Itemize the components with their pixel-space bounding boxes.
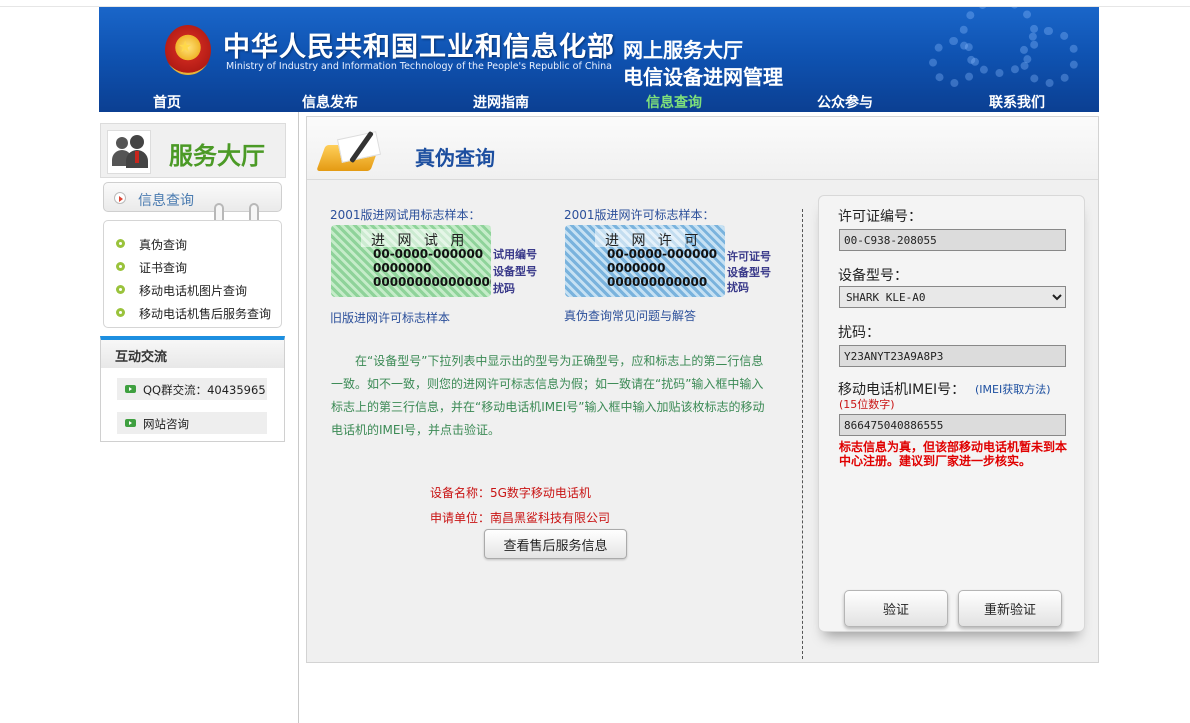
site-header: ★ 中华人民共和国工业和信息化部 Ministry of Industry an… [99,7,1099,112]
permit-sample-image: 进 网 许 可 00-0000-000000 0000000 000000000… [565,225,725,297]
site-consult-link[interactable]: 网站咨询 [117,412,267,434]
main-panel: 真伪查询 2001版进网试用标志样本： 2001版进网许可标志样本： 进 网 试… [306,116,1099,663]
model-label: 设备型号： [838,268,908,284]
check-writing-icon [316,125,397,177]
verify-button[interactable]: 验证 [844,590,948,627]
equipment-management-title: 电信设备进网管理 [623,65,783,89]
nav-guide[interactable]: 进网指南 [473,92,529,112]
permit-sample-label: 2001版进网许可标志样本： [564,208,715,222]
sidebar-item-label: 证书查询 [139,261,188,275]
imei-digits-hint: (15位数字) [839,398,895,411]
applicant-name: 申请单位：南昌黑鲨科技有限公司 [430,511,611,525]
faq-link[interactable]: 真伪查询常见问题与解答 [564,307,696,324]
sidebar-divider [298,112,299,723]
sidebar-query-list: 真伪查询 证书查询 移动电话机图片查询 移动电话机售后服务查询 [103,220,282,328]
gear-decoration-icon [929,37,979,87]
bullet-icon [116,262,125,271]
trial-legend-model: 设备型号 [493,265,537,278]
online-hall-title: 网上服务大厅 [623,38,743,62]
reverify-button[interactable]: 重新验证 [958,590,1062,627]
nav-public[interactable]: 公众参与 [817,92,873,112]
page-title: 真伪查询 [415,146,495,170]
dashed-divider [802,209,803,659]
old-sample-link[interactable]: 旧版进网许可标志样本 [330,309,450,326]
nav-home[interactable]: 首页 [153,92,181,112]
permit-legend-scramble: 扰码 [727,281,749,294]
play-icon [125,419,136,427]
imei-input[interactable] [839,414,1066,436]
trial-legend-scramble: 扰码 [493,282,515,295]
imei-help-link[interactable]: (IMEI获取方法) [975,381,1051,397]
play-icon [125,385,136,393]
trial-legend-number: 试用编号 [493,248,537,261]
permit-sample-line3: 000000000000 [607,275,708,289]
sidebar-item-label: 真伪查询 [139,238,188,252]
people-icon [107,130,151,174]
page-title-bar: 真伪查询 [307,117,1098,180]
permit-legend-number: 许可证号 [727,250,771,263]
license-label: 许可证编号： [838,209,922,225]
bullet-icon [116,285,125,294]
verification-result-message: 标志信息为真，但该部移动电话机暂未到本中心注册。建议到厂家进一步核实。 [839,440,1068,468]
qq-group-label: QQ群交流：40435965 [143,383,266,397]
query-form: 许可证编号： 设备型号： SHARK KLE-A0 扰码： 移动电话机IMEI号… [818,195,1085,632]
instructions-text: 在“设备型号”下拉列表中显示出的型号为正确型号，应和标志上的第二行信息一致。如不… [331,354,765,437]
arrow-right-icon [114,192,126,204]
interaction-title: 互动交流 [115,350,168,365]
trial-sample-line2: 0000000 [373,261,432,275]
site-consult-label: 网站咨询 [143,417,189,431]
gear-decoration-icon [1019,27,1079,87]
scramble-input[interactable] [839,345,1066,367]
service-hall-banner: 服务大厅 [100,123,286,178]
permit-sample-line2: 0000000 [607,261,666,275]
main-nav: 首页 信息发布 进网指南 信息查询 公众参与 联系我们 [99,90,1099,112]
bullet-icon [116,308,125,317]
nav-news[interactable]: 信息发布 [302,92,358,112]
license-input[interactable] [839,229,1066,251]
scramble-label: 扰码： [838,325,880,341]
permit-sample-line1: 00-0000-000000 [607,247,718,261]
interaction-panel: 互动交流 QQ群交流：40435965 网站咨询 [100,336,285,442]
trial-sample-image: 进 网 试 用 00-0000-000000 0000000 000000000… [331,225,491,297]
service-hall-title: 服务大厅 [169,142,265,170]
bullet-icon [116,239,125,248]
model-select[interactable]: SHARK KLE-A0 [839,286,1066,308]
trial-sample-line3: 0000000000000000 [373,275,491,289]
device-name: 设备名称：5G数字移动电话机 [430,486,591,500]
nav-contact[interactable]: 联系我们 [989,92,1045,112]
interaction-header: 互动交流 [101,340,284,368]
trial-sample-line1: 00-0000-000000 [373,247,484,261]
sidebar-item-label: 移动电话机售后服务查询 [139,307,272,321]
ministry-name-en: Ministry of Industry and Information Tec… [226,61,612,72]
trial-sample-label: 2001版进网试用标志样本： [330,208,481,222]
permit-legend-model: 设备型号 [727,266,771,279]
nav-info-query[interactable]: 信息查询 [646,92,702,112]
qq-group-link[interactable]: QQ群交流：40435965 [117,378,267,400]
ministry-name-cn: 中华人民共和国工业和信息化部 [223,32,615,63]
national-emblem-icon: ★ [165,25,211,75]
sidebar-info-query-label: 信息查询 [138,193,194,209]
view-after-sales-button[interactable]: 查看售后服务信息 [484,529,627,559]
sidebar-item-label: 移动电话机图片查询 [139,284,248,298]
